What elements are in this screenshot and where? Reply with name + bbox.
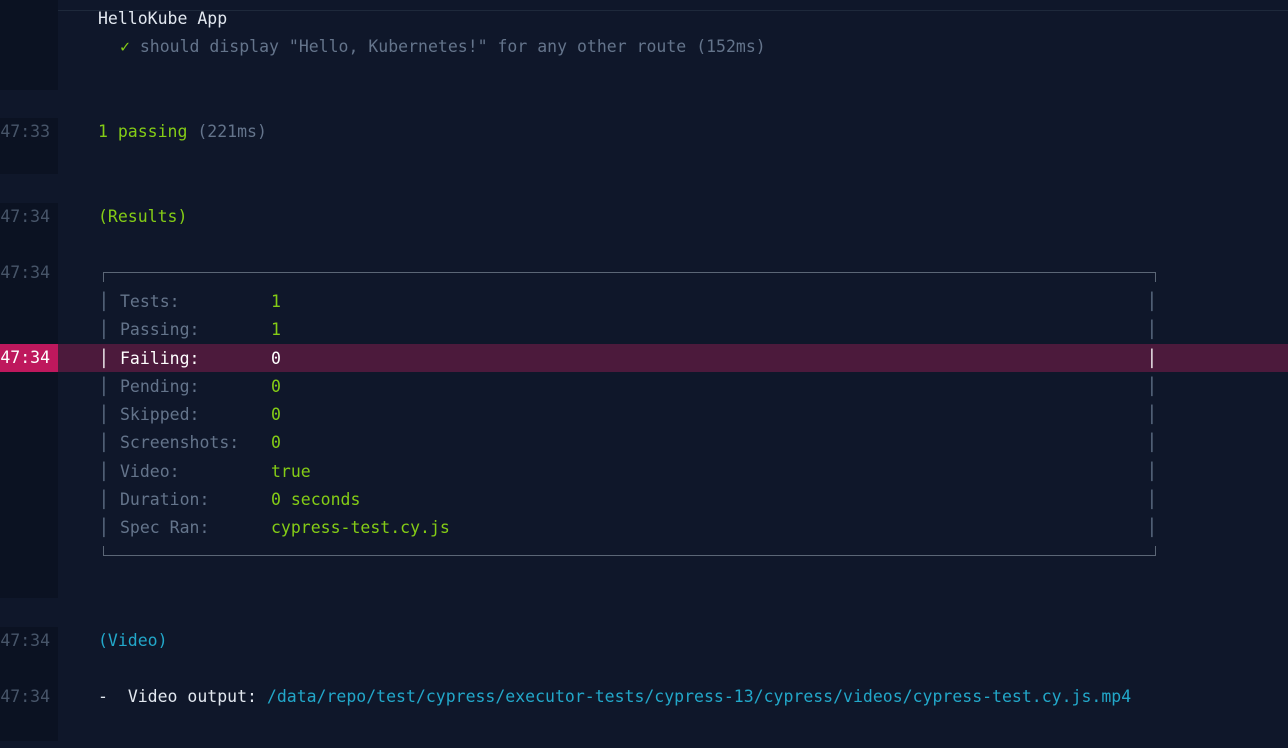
result-label: Screenshots: [120,433,240,452]
log-timestamp[interactable]: 47:33 [0,118,58,146]
result-label: Passing: [120,320,200,339]
box-right-border: │ [1147,518,1157,537]
box-left-border: │ [99,320,109,339]
box-left-border: │ [99,433,109,452]
log-timestamp-active[interactable]: 47:34 [0,344,58,372]
box-top-border [103,272,1155,273]
log-timestamp[interactable]: 47:34 [0,683,58,711]
result-label: Video: [120,462,180,481]
result-value: cypress-test.cy.js [271,518,450,537]
test-title: should display "Hello, Kubernetes!" for … [139,37,687,56]
box-bottom-border [103,555,1155,556]
log-timestamp[interactable]: 47:34 [0,627,58,655]
result-value: 0 seconds [271,490,361,509]
box-top-left-corner [103,272,104,282]
video-output-label: Video output: [127,687,257,706]
box-top-right-corner [1155,272,1156,282]
results-header: (Results) [98,207,188,226]
passing-duration: (221ms) [197,122,267,141]
result-value: 1 [271,320,281,339]
result-label: Pending: [120,377,200,396]
result-value: true [271,462,311,481]
box-right-border: │ [1147,292,1157,311]
log-timestamp[interactable]: 47:34 [0,259,58,287]
result-value: 0 [271,349,281,368]
result-label: Failing: [120,349,200,368]
box-right-border: │ [1147,320,1157,339]
passing-summary: 1 passing (221ms) [98,118,267,146]
box-right-border: │ [1147,490,1157,509]
suite-name: HelloKube App [98,9,228,28]
test-duration: (152ms) [696,37,766,56]
box-left-border: │ [99,349,109,368]
box-right-border: │ [1147,377,1157,396]
result-value: 0 [271,405,281,424]
passing-count: 1 passing [98,122,188,141]
box-bottom-right-corner [1155,546,1156,556]
box-right-border: │ [1147,349,1157,368]
box-left-border: │ [99,490,109,509]
box-right-border: │ [1147,433,1157,452]
box-left-border: │ [99,462,109,481]
box-right-border: │ [1147,462,1157,481]
timestamp-gutter [0,0,58,90]
box-bottom-left-corner [103,546,104,556]
box-right-border: │ [1147,405,1157,424]
result-label: Tests: [120,292,180,311]
box-left-border: │ [99,292,109,311]
result-value: 0 [271,433,281,452]
result-label: Skipped: [120,405,200,424]
check-icon: ✓ [120,37,130,56]
result-value: 1 [271,292,281,311]
video-output-path-link[interactable]: /data/repo/test/cypress/executor-tests/c… [267,687,1131,706]
video-header: (Video) [98,631,168,650]
bullet: - [98,687,108,706]
box-left-border: │ [99,405,109,424]
log-timestamp[interactable]: 47:34 [0,203,58,231]
box-left-border: │ [99,518,109,537]
test-result-line: ✓ should display "Hello, Kubernetes!" fo… [120,33,766,61]
result-label: Spec Ran: [120,518,210,537]
box-left-border: │ [99,377,109,396]
video-output-line: - Video output: /data/repo/test/cypress/… [98,683,1131,711]
result-label: Duration: [120,490,210,509]
result-value: 0 [271,377,281,396]
